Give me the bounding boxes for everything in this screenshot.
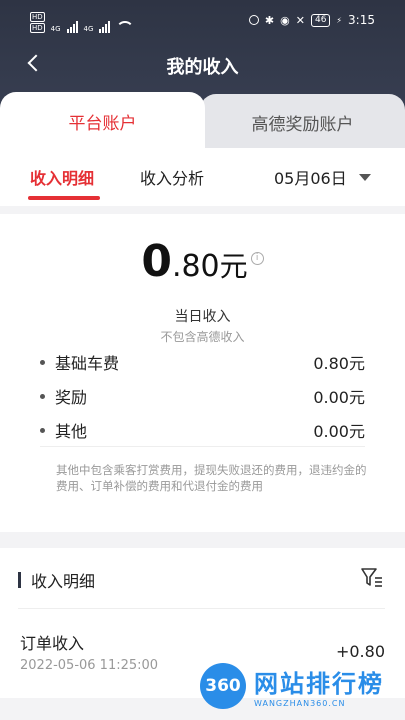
charging-icon: ⚡ [336,15,343,25]
wifi-icon [116,21,135,33]
watermark-badge: 360 [200,663,246,709]
breakdown-row: 其他 0.00元 [40,415,365,445]
bluetooth-icon: ✱ [264,13,275,27]
signal-icon-1 [66,21,78,33]
date-selector[interactable]: 05月06日 [274,165,371,189]
signal-group: HD HD 4G 4G [30,12,135,33]
mute-icon: ✕ [295,13,305,27]
tab-platform-account[interactable]: 平台账户 [0,92,205,150]
order-time: 2022-05-06 11:25:00 [20,658,159,673]
breakdown-row: 奖励 0.00元 [40,381,365,411]
section-marker [18,572,21,588]
section-title: 收入明细 [31,572,96,591]
tab-income-analysis[interactable]: 收入分析 [140,165,204,189]
hd-badge-top: HD [30,12,45,22]
amount-integer: 0 [141,236,172,287]
signal-icon-2 [99,21,111,33]
divider [18,608,385,609]
daily-amount: 0 .80 元 i [0,236,405,287]
bullet-icon [40,359,45,365]
tab-gaode-reward-account[interactable]: 高德奖励账户 [200,94,405,150]
breakdown-value: 0.80元 [313,354,365,373]
tab-income-detail[interactable]: 收入明细 [30,165,94,189]
amount-unit: 元 [219,250,248,283]
status-time: 3:15 [348,13,375,27]
bullet-icon [40,393,45,399]
sub-tabs: 收入明细 收入分析 05月06日 [0,148,405,206]
dropdown-caret-icon [358,173,371,181]
order-name: 订单收入 [20,634,85,653]
other-fee-note: 其他中包含乘客打赏费用，提现失败退还的费用，退违约金的费用、订单补偿的费用和代退… [56,463,367,493]
watermark-main: 网站排行榜 [254,670,384,698]
breakdown-row: 基础车费 0.80元 [40,347,365,377]
watermark-logo: 360 网站排行榜 WANGZHAN360.CN [200,652,405,720]
daily-income-sublabel: 不包含高德收入 [160,330,245,344]
breakdown-value: 0.00元 [313,422,365,441]
daily-income-label: 当日收入 [174,309,231,325]
location-icon: ◉ [280,13,290,27]
status-bar: HD HD 4G 4G ✱ ◉ ✕ 46 ⚡ 3:15 [0,0,405,40]
page-title: 我的收入 [166,57,239,78]
nav-bar: 我的收入 [0,42,405,88]
breakdown-label: 奖励 [55,388,88,407]
divider [40,446,365,447]
network-type-right: 4G [83,25,94,33]
bullet-icon [40,427,45,433]
breakdown-label: 基础车费 [55,354,120,373]
filter-icon[interactable] [360,566,384,588]
hd-badge-bottom: HD [30,23,45,33]
active-tab-indicator [28,196,100,200]
alarm-icon [248,15,259,25]
status-right-group: ✱ ◉ ✕ 46 ⚡ 3:15 [248,13,375,27]
network-type-left: 4G [50,25,61,33]
date-value: 05月06日 [274,169,347,188]
account-tabs: 高德奖励账户 平台账户 [0,92,405,150]
battery-icon: 46 [310,13,331,27]
watermark-text: 网站排行榜 WANGZHAN360.CN [254,664,384,708]
breakdown-label: 其他 [55,422,88,441]
breakdown-value: 0.00元 [313,388,365,407]
daily-income-card: 0 .80 元 i 当日收入 不包含高德收入 基础车费 0.80元 奖励 0.0… [0,214,405,532]
section-header: 收入明细 [18,568,95,592]
amount-decimal: .80 [171,249,220,284]
hd-badges: HD HD [30,12,45,33]
info-icon[interactable]: i [250,252,264,265]
watermark-sub: WANGZHAN360.CN [254,699,346,708]
